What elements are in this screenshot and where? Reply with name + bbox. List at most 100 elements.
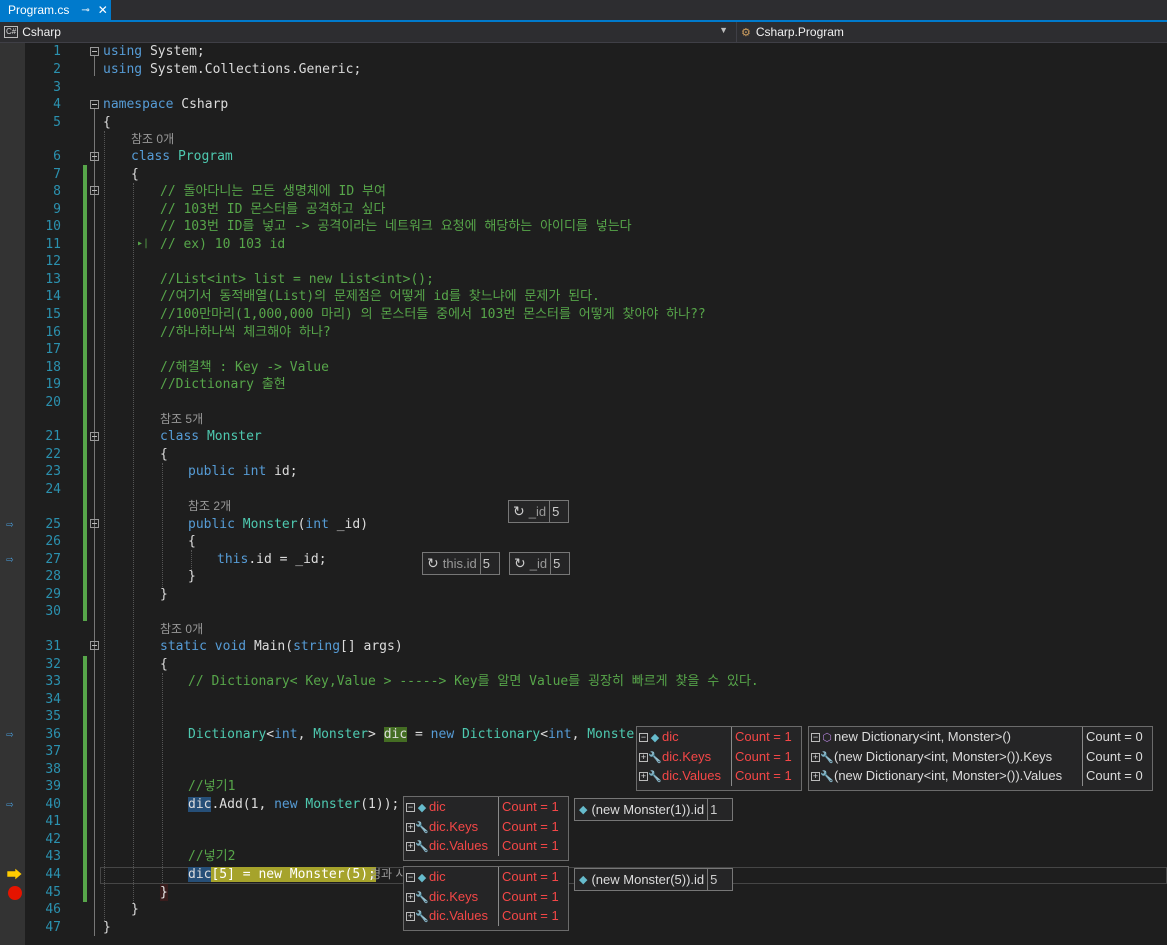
pinned-datatip[interactable]: ↻ this.id 5: [422, 552, 500, 575]
datatip-row[interactable]: − ◆ dic Count = 1: [404, 797, 568, 817]
expand-icon[interactable]: +: [639, 772, 648, 782]
pinned-datatip[interactable]: ↻ _id 5: [508, 500, 569, 523]
datatip-row[interactable]: + 🔧dic.Values Count = 1: [404, 836, 568, 856]
code-comment[interactable]: //List<int> list = new List<int>();: [160, 271, 434, 288]
code-line[interactable]: {: [103, 114, 111, 131]
code-line[interactable]: using System;: [103, 43, 205, 60]
code-comment[interactable]: //Dictionary 출현: [160, 376, 286, 393]
member-dropdown[interactable]: ⚙ Csharp.Program: [736, 22, 1167, 42]
code-line[interactable]: public int id;: [188, 463, 298, 480]
code-comment[interactable]: //넣기2: [188, 848, 235, 865]
code-line[interactable]: using System.Collections.Generic;: [103, 61, 361, 78]
tab-program-cs[interactable]: Program.cs ⊸ ✕: [0, 0, 111, 20]
codelens-references[interactable]: 참조 0개: [131, 131, 174, 148]
code-comment[interactable]: // 103번 ID를 넣고 -> 공격이라는 네트워크 요청에 해당하는 아이…: [160, 218, 632, 235]
code-comment[interactable]: //여기서 동적배열(List)의 문제점은 어떻게 id를 찾느냐에 문제가 …: [160, 288, 600, 305]
datatip-row[interactable]: + 🔧(new Dictionary<int, Monster>()).Keys C…: [809, 746, 1152, 766]
code-line[interactable]: }: [160, 586, 168, 603]
pin-icon[interactable]: ⊸: [81, 5, 89, 16]
code-line[interactable]: static void Main(string[] args): [160, 638, 403, 655]
pinned-datatip[interactable]: ↻ _id 5: [509, 552, 570, 575]
expand-icon[interactable]: +: [406, 892, 415, 902]
codelens-references[interactable]: 참조 5개: [160, 411, 203, 428]
expand-icon[interactable]: +: [406, 822, 415, 832]
bookmark-arrow-icon[interactable]: ⇨: [6, 798, 24, 810]
refresh-icon[interactable]: ↻: [514, 555, 526, 572]
code-line[interactable]: class Program: [131, 148, 233, 165]
datatip-row[interactable]: + 🔧dic.Values Count = 1: [637, 766, 801, 786]
code-line[interactable]: }: [131, 901, 139, 918]
codelens-references[interactable]: 참조 0개: [160, 621, 203, 638]
datatip-row[interactable]: − ⬡ new Dictionary<int, Monster>() Count = …: [809, 727, 1152, 747]
pinned-datatip[interactable]: ◆ (new Monster(1)).id 1: [574, 798, 733, 821]
run-to-click-icon[interactable]: ▸|: [137, 238, 149, 249]
close-icon[interactable]: ✕: [98, 3, 108, 17]
pinned-datatip[interactable]: ◆ (new Monster(5)).id 5: [574, 868, 733, 891]
collapse-toggle[interactable]: [90, 641, 99, 650]
codelens-references[interactable]: 참조 2개: [188, 498, 231, 515]
collapse-toggle[interactable]: [90, 432, 99, 441]
code-line[interactable]: {: [160, 446, 168, 463]
collapse-toggle[interactable]: [90, 152, 99, 161]
bookmark-arrow-icon[interactable]: ⇨: [6, 728, 24, 740]
code-comment[interactable]: //해결책 : Key -> Value: [160, 359, 329, 376]
code-line[interactable]: }: [103, 919, 111, 936]
bookmark-arrow-icon[interactable]: ⇨: [6, 518, 24, 530]
line-number: 29: [45, 587, 61, 602]
collapse-toggle[interactable]: [90, 186, 99, 195]
line-number: 41: [45, 814, 61, 829]
expand-icon[interactable]: −: [639, 733, 648, 743]
datatip-row[interactable]: − ◆ dic Count = 1: [404, 867, 568, 887]
code-comment[interactable]: //넣기1: [188, 778, 235, 795]
code-comment[interactable]: // 103번 ID 몬스터를 공격하고 싶다: [160, 201, 385, 218]
executing-code-line[interactable]: dic[5] = new Monster(5);: [188, 866, 376, 883]
breakpoint-icon[interactable]: [8, 886, 22, 900]
code-comment[interactable]: //하나하나씩 체크해야 하나?: [160, 324, 331, 341]
datatip-new-dictionary[interactable]: − ⬡ new Dictionary<int, Monster>() Count = …: [808, 726, 1153, 791]
current-statement-arrow-icon[interactable]: [7, 868, 23, 880]
code-comment[interactable]: // ex) 10 103 id: [160, 236, 285, 253]
collapse-toggle[interactable]: [90, 47, 99, 56]
code-line[interactable]: {: [160, 656, 168, 673]
code-comment[interactable]: // 돌아다니는 모든 생명체에 ID 부여: [160, 183, 386, 200]
datatip-row[interactable]: + 🔧(new Dictionary<int, Monster>()).Value…: [809, 766, 1152, 786]
expand-icon[interactable]: −: [811, 733, 820, 743]
expand-icon[interactable]: +: [406, 842, 415, 852]
expand-icon[interactable]: +: [811, 752, 820, 762]
code-line[interactable]: this.id = _id;: [217, 551, 327, 568]
datatip-dic[interactable]: − ◆ dic Count = 1 + 🔧dic.Keys Count = 1 + 🔧dic…: [636, 726, 802, 791]
refresh-icon[interactable]: ↻: [427, 555, 439, 572]
code-comment[interactable]: //100만마리(1,000,000 마리) 의 몬스터들 중에서 103번 몬…: [160, 306, 706, 323]
breakpoint-line[interactable]: }: [160, 884, 168, 901]
code-line[interactable]: class Monster: [160, 428, 262, 445]
expand-icon[interactable]: +: [811, 772, 820, 782]
collapse-toggle[interactable]: [90, 100, 99, 109]
expand-icon[interactable]: −: [406, 803, 415, 813]
datatip-row[interactable]: + 🔧dic.Keys Count = 1: [404, 886, 568, 906]
refresh-icon[interactable]: ↻: [513, 503, 525, 520]
code-line[interactable]: }: [188, 568, 196, 585]
project-dropdown[interactable]: C# Csharp ▼: [4, 22, 732, 42]
datatip-row[interactable]: + 🔧dic.Values Count = 1: [404, 906, 568, 926]
expand-icon[interactable]: +: [639, 752, 648, 762]
datatip-dic[interactable]: − ◆ dic Count = 1 + 🔧dic.Keys Count = 1 + 🔧dic…: [403, 866, 569, 931]
line-number: 24: [45, 482, 61, 497]
code-line[interactable]: namespace Csharp: [103, 96, 228, 113]
code-line[interactable]: {: [188, 533, 196, 550]
expand-icon[interactable]: −: [406, 873, 415, 883]
navigation-bar: C# Csharp ▼ ⚙ Csharp.Program: [0, 22, 1167, 43]
expand-icon[interactable]: +: [406, 912, 415, 922]
code-line[interactable]: {: [131, 166, 139, 183]
bookmark-arrow-icon[interactable]: ⇨: [6, 553, 24, 565]
datatip-row[interactable]: − ◆ dic Count = 1: [637, 727, 801, 747]
datatip-row[interactable]: + 🔧dic.Keys Count = 1: [404, 816, 568, 836]
code-line[interactable]: Dictionary<int, Monster> dic = new Dicti…: [188, 726, 673, 743]
datatip-row[interactable]: + 🔧dic.Keys Count = 1: [637, 746, 801, 766]
line-number: 30: [45, 604, 61, 619]
code-line[interactable]: dic.Add(1, new Monster(1));: [188, 796, 399, 813]
code-comment[interactable]: // Dictionary< Key,Value > -----> Key를 알…: [188, 673, 759, 690]
collapse-toggle[interactable]: [90, 519, 99, 528]
code-line[interactable]: public Monster(int _id): [188, 516, 368, 533]
line-number: 23: [45, 464, 61, 479]
datatip-dic[interactable]: − ◆ dic Count = 1 + 🔧dic.Keys Count = 1 + 🔧dic…: [403, 796, 569, 861]
